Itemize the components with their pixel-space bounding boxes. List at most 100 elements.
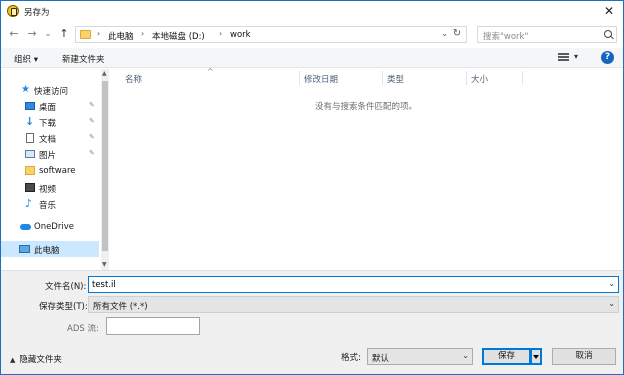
- sidebar-item-desktop[interactable]: 桌面 ✎: [1, 98, 99, 114]
- sort-ascending-icon: ^: [207, 67, 214, 76]
- filename-field[interactable]: ⌄: [88, 276, 619, 293]
- address-bar[interactable]: › 此电脑 › 本地磁盘 (D:) › work ⌄ ↻: [75, 26, 467, 43]
- sidebar-item-software[interactable]: software: [1, 163, 99, 179]
- breadcrumb-drive-d[interactable]: 本地磁盘 (D:): [152, 30, 205, 42]
- cancel-button[interactable]: 取消: [552, 348, 616, 365]
- column-header-type[interactable]: 类型: [387, 73, 404, 85]
- desktop-icon: [25, 102, 35, 110]
- back-arrow-icon[interactable]: ←: [7, 27, 21, 41]
- forward-arrow-icon[interactable]: →: [25, 27, 39, 41]
- sidebar-item-downloads[interactable]: ↓ 下载 ✎: [1, 114, 99, 130]
- filename-label: 文件名(N):: [45, 282, 87, 292]
- search-icon[interactable]: [604, 30, 612, 38]
- refresh-icon[interactable]: ↻: [450, 28, 464, 39]
- sidebar-item-label: 音乐: [39, 201, 57, 211]
- save-form: 文件名(N): ⌄ 保存类型(T): 所有文件 (*.*) ⌄ ADS 流:: [1, 270, 623, 340]
- column-divider[interactable]: [466, 71, 467, 85]
- scrollbar-thumb[interactable]: [102, 81, 108, 251]
- new-folder-button[interactable]: 新建文件夹: [62, 53, 105, 65]
- cloud-icon: [20, 224, 31, 230]
- video-icon: [25, 183, 35, 192]
- pin-icon[interactable]: ✎: [89, 149, 95, 157]
- encoding-label: 格式:: [341, 353, 361, 363]
- pin-icon[interactable]: ✎: [89, 117, 95, 125]
- folder-icon: [80, 30, 91, 39]
- folder-icon: [25, 166, 35, 175]
- close-icon[interactable]: ✕: [601, 3, 617, 19]
- scroll-up-icon[interactable]: ▲: [102, 70, 107, 77]
- search-box[interactable]: 搜索"work": [477, 26, 617, 43]
- address-dropdown-icon[interactable]: ⌄: [441, 29, 448, 38]
- app-icon: [7, 5, 19, 17]
- scroll-down-icon[interactable]: ▼: [102, 261, 107, 268]
- recent-locations-icon[interactable]: ⌄: [41, 27, 55, 41]
- save-as-dialog: 另存为 ✕ ← → ⌄ ↑ › 此电脑 › 本地磁盘 (D:) › work ⌄…: [0, 0, 624, 375]
- column-header-modified[interactable]: 修改日期: [304, 73, 338, 85]
- computer-icon: [19, 245, 30, 253]
- filetype-select[interactable]: 所有文件 (*.*) ⌄: [88, 296, 619, 313]
- breadcrumb-this-pc[interactable]: 此电脑: [108, 30, 134, 42]
- sidebar-item-label: 桌面: [39, 103, 57, 113]
- navigation-pane: ★ 快速访问 桌面 ✎ ↓ 下载 ✎ 文档 ✎ 图片 ✎ software 视频…: [1, 69, 101, 270]
- music-icon: ♪: [25, 197, 33, 210]
- star-icon: ★: [21, 84, 30, 95]
- chevron-down-icon[interactable]: ⌄: [608, 279, 615, 288]
- download-icon: ↓: [25, 115, 35, 128]
- command-toolbar: 组织 ▾ 新建文件夹 ▾ ?: [1, 48, 623, 68]
- search-placeholder: 搜索"work": [483, 32, 529, 42]
- breadcrumb-separator-icon: ›: [97, 29, 101, 38]
- column-divider[interactable]: [382, 71, 383, 85]
- filename-input[interactable]: [89, 277, 599, 292]
- sidebar-item-label: 快速访问: [34, 87, 69, 97]
- sidebar-item-onedrive[interactable]: OneDrive: [1, 219, 99, 235]
- sidebar-scrollbar[interactable]: ▲ ▼: [101, 69, 109, 270]
- breadcrumb-separator-icon: ›: [219, 29, 223, 38]
- sidebar-item-label: 图片: [39, 151, 57, 161]
- title-bar: 另存为 ✕: [1, 1, 623, 22]
- ads-stream-label: ADS 流:: [67, 324, 99, 334]
- pin-icon[interactable]: ✎: [89, 133, 95, 141]
- help-icon[interactable]: ?: [601, 51, 614, 64]
- sidebar-item-music[interactable]: ♪ 音乐: [1, 196, 99, 212]
- dialog-footer: ▲ 隐藏文件夹 格式: 默认 ⌄ 保存 取消: [1, 340, 623, 374]
- sidebar-item-pictures[interactable]: 图片 ✎: [1, 146, 99, 162]
- window-title: 另存为: [24, 8, 50, 18]
- chevron-down-icon[interactable]: ⌄: [462, 351, 469, 360]
- navigation-bar: ← → ⌄ ↑ › 此电脑 › 本地磁盘 (D:) › work ⌄ ↻ 搜索"…: [1, 23, 623, 47]
- sidebar-item-label: software: [39, 166, 76, 176]
- picture-icon: [25, 150, 35, 158]
- document-icon: [26, 133, 34, 143]
- column-header-name[interactable]: 名称: [125, 73, 142, 85]
- sidebar-item-quick-access[interactable]: ★ 快速访问: [1, 82, 99, 98]
- sidebar-item-label: 此电脑: [34, 246, 60, 256]
- chevron-up-icon: ▲: [10, 356, 16, 364]
- sidebar-item-this-pc[interactable]: 此电脑: [1, 241, 99, 257]
- view-options-icon[interactable]: [558, 53, 569, 63]
- sidebar-item-label: 视频: [39, 185, 57, 195]
- empty-results-message: 没有与搜索条件匹配的项。: [314, 102, 417, 112]
- pin-icon[interactable]: ✎: [89, 101, 95, 109]
- sidebar-item-documents[interactable]: 文档 ✎: [1, 130, 99, 146]
- column-divider[interactable]: [299, 71, 300, 85]
- hide-folders-toggle[interactable]: ▲ 隐藏文件夹: [10, 353, 62, 365]
- ads-stream-input[interactable]: [106, 317, 200, 335]
- organize-button[interactable]: 组织 ▾: [14, 53, 38, 65]
- breadcrumb-separator-icon: ›: [141, 29, 145, 38]
- column-divider[interactable]: [522, 71, 523, 85]
- filetype-label: 保存类型(T):: [39, 302, 88, 312]
- file-list: 名称 ^ 修改日期 类型 大小 没有与搜索条件匹配的项。: [109, 67, 623, 270]
- sidebar-item-videos[interactable]: 视频: [1, 180, 99, 196]
- encoding-value: 默认: [372, 354, 390, 364]
- sidebar-item-label: 下载: [39, 119, 57, 129]
- sidebar-item-label: 文档: [39, 135, 57, 145]
- up-arrow-icon[interactable]: ↑: [57, 27, 71, 41]
- chevron-down-icon[interactable]: ⌄: [608, 299, 615, 308]
- view-dropdown-icon[interactable]: ▾: [574, 52, 578, 61]
- save-button[interactable]: 保存: [482, 348, 531, 365]
- filetype-value: 所有文件 (*.*): [93, 302, 148, 312]
- sidebar-item-label: OneDrive: [34, 222, 74, 232]
- breadcrumb-work[interactable]: work: [230, 30, 251, 40]
- save-options-dropdown-icon[interactable]: [530, 348, 542, 365]
- column-header-size[interactable]: 大小: [471, 73, 488, 85]
- encoding-select[interactable]: 默认 ⌄: [367, 348, 473, 365]
